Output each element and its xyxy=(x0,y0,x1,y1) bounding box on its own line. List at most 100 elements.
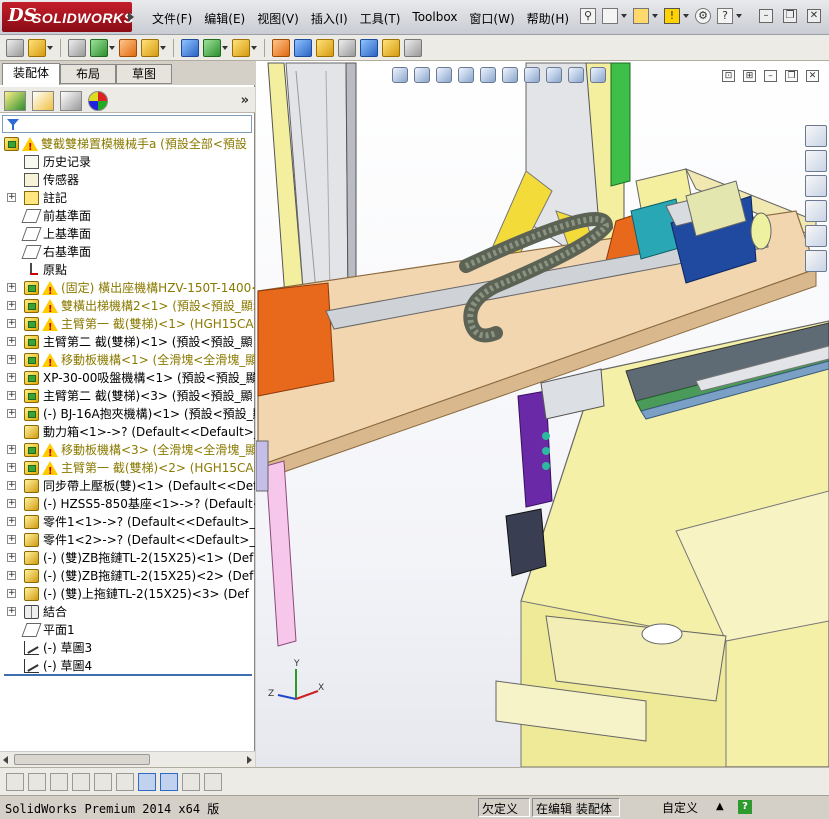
tree-item[interactable]: 前基準面 xyxy=(0,207,255,225)
expand-icon[interactable]: + xyxy=(7,337,16,346)
expand-icon[interactable]: + xyxy=(7,283,16,292)
close-button[interactable]: ✕ xyxy=(807,9,821,23)
tree-item[interactable]: + 註記 xyxy=(0,189,255,207)
chevron-down-icon[interactable] xyxy=(160,45,166,50)
new-document-icon[interactable] xyxy=(602,8,618,24)
previous-view-icon[interactable] xyxy=(436,67,452,83)
expand-icon[interactable]: + xyxy=(7,319,16,328)
motion-study-icon[interactable] xyxy=(50,773,68,791)
chevron-down-icon[interactable] xyxy=(652,14,658,18)
menu-window[interactable]: 窗口(W) xyxy=(469,10,522,27)
linear-pattern-icon[interactable] xyxy=(68,38,86,57)
chevron-down-icon[interactable] xyxy=(47,45,53,50)
tab-assembly[interactable]: 装配体 xyxy=(2,63,60,85)
tree-item[interactable]: (-) 草圖4 xyxy=(0,657,255,675)
expand-icon[interactable]: + xyxy=(7,445,16,454)
tree-item[interactable]: 右基準面 xyxy=(0,243,255,261)
expand-icon[interactable]: + xyxy=(7,589,16,598)
tree-item[interactable]: + (-) (雙)上拖鏈TL-2(15X25)<3> (Def xyxy=(0,585,255,603)
view-settings-icon[interactable] xyxy=(590,67,606,83)
menu-flyout-arrow-icon[interactable] xyxy=(128,12,134,22)
chevron-down-icon[interactable] xyxy=(683,14,689,18)
tree-item[interactable]: 历史记录 xyxy=(0,153,255,171)
chevron-down-icon[interactable] xyxy=(736,14,742,18)
graphics-area[interactable]: ⊡ ⊞ – ❐ ✕ Y X Z xyxy=(256,61,829,767)
tree-item[interactable]: + (-) (雙)ZB拖鏈TL-2(15X25)<1> (Def xyxy=(0,549,255,567)
view-orientation-icon[interactable] xyxy=(480,67,496,83)
chevron-down-icon[interactable] xyxy=(251,45,257,50)
section-view-icon[interactable] xyxy=(458,67,474,83)
appearances-scenes-icon[interactable] xyxy=(805,225,827,247)
minimize-button[interactable]: – xyxy=(759,9,773,23)
sort-icon[interactable] xyxy=(116,773,134,791)
tree-item[interactable]: 動力箱<1>->? (Default<<Default>_外观 xyxy=(0,423,255,441)
pin-icon[interactable]: ⚲ xyxy=(580,8,596,24)
list-view-icon[interactable] xyxy=(72,773,90,791)
feature-manager-tree-icon[interactable] xyxy=(4,91,26,111)
model-view-icon[interactable] xyxy=(6,773,24,791)
bill-of-materials-icon[interactable] xyxy=(272,38,290,57)
exploded-view-icon[interactable] xyxy=(294,38,312,57)
menu-insert[interactable]: 插入(I) xyxy=(311,10,356,27)
tree-item[interactable]: + 主臂第二 截(雙梯)<1> (預設<預設_顯 xyxy=(0,333,255,351)
explode-line-sketch-icon[interactable] xyxy=(316,38,334,57)
custom-properties-icon[interactable] xyxy=(805,250,827,272)
expand-icon[interactable]: + xyxy=(7,607,16,616)
tree-item[interactable]: + 移動板機構<3> (全滑塊<全滑塊_顯示 xyxy=(0,441,255,463)
tree-item[interactable]: -雙截雙梯置模機械手a (預設全部<預設 xyxy=(0,135,255,157)
design-library-icon[interactable] xyxy=(805,150,827,172)
display-manager-icon[interactable] xyxy=(88,91,108,111)
tab-layout[interactable]: 布局 xyxy=(60,64,116,84)
rollback-bar[interactable] xyxy=(4,674,252,676)
tree-item[interactable]: + (-) HZSS5-850基座<1>->? (Default<<D xyxy=(0,495,255,513)
property-manager-icon[interactable] xyxy=(32,91,54,111)
tree-item[interactable]: + 移動板機構<1> (全滑塊<全滑塊_顯示 xyxy=(0,351,255,373)
tree-item[interactable]: + 雙橫出梯機構2<1> (預設<預設_顯示 xyxy=(0,297,255,319)
tab-sketch[interactable]: 草图 xyxy=(116,64,172,84)
smart-fasteners-icon[interactable] xyxy=(90,38,108,57)
menu-file[interactable]: 文件(F) xyxy=(152,10,200,27)
interference-detection-icon[interactable] xyxy=(338,38,356,57)
warning-icon[interactable]: ! xyxy=(664,8,680,24)
menu-help[interactable]: 帮助(H) xyxy=(527,10,577,27)
menu-view[interactable]: 视图(V) xyxy=(257,10,307,27)
viewport-split-icon[interactable]: ⊞ xyxy=(743,70,756,82)
zoom-to-fit-icon[interactable] xyxy=(392,67,408,83)
units-menu-arrow-icon[interactable]: ▲ xyxy=(716,801,724,812)
tree-filter-input[interactable] xyxy=(2,115,252,133)
solidworks-resources-icon[interactable] xyxy=(805,125,827,147)
tree-item[interactable]: 上基準面 xyxy=(0,225,255,243)
expand-icon[interactable]: + xyxy=(7,355,16,364)
tree-item[interactable]: + 主臂第一 截(雙梯)<1> (HGH15CA< xyxy=(0,315,255,337)
scroll-right-icon[interactable] xyxy=(247,756,252,764)
tree-item[interactable]: + XP-30-00吸盤機構<1> (預設<預設_顯示 xyxy=(0,369,255,387)
tree-item[interactable]: + 零件1<1>->? (Default<<Default>_外观 xyxy=(0,513,255,531)
expand-icon[interactable]: + xyxy=(7,553,16,562)
mate-icon[interactable] xyxy=(28,38,46,57)
restore-button[interactable]: ❐ xyxy=(783,9,797,23)
show-hidden-icon[interactable] xyxy=(141,38,159,57)
view-palette-icon[interactable] xyxy=(805,200,827,222)
tree-item[interactable]: + 零件1<2>->? (Default<<Default>_外观 xyxy=(0,531,255,549)
file-explorer-icon[interactable] xyxy=(805,175,827,197)
reference-geometry-icon[interactable] xyxy=(203,38,221,57)
expand-icon[interactable]: + xyxy=(7,571,16,580)
expand-icon[interactable]: + xyxy=(7,391,16,400)
more-tabs-chevron-icon[interactable]: » xyxy=(241,93,249,108)
tree-item[interactable]: 平面1 xyxy=(0,621,255,639)
open-icon[interactable] xyxy=(633,8,649,24)
expand-icon[interactable]: + xyxy=(7,193,16,202)
viewport-tile-icon[interactable]: ⊡ xyxy=(722,70,735,82)
tree-item[interactable]: + (固定) 橫出座機構HZV-150T-1400<1 xyxy=(0,279,255,301)
expand-icon[interactable]: + xyxy=(7,409,16,418)
configuration-manager-icon[interactable] xyxy=(60,91,82,111)
clearance-verification-icon[interactable] xyxy=(360,38,378,57)
chevron-down-icon[interactable] xyxy=(109,45,115,50)
edit-appearance-icon[interactable] xyxy=(546,67,562,83)
menu-toolbox[interactable]: Toolbox xyxy=(412,10,465,27)
hole-alignment-icon[interactable] xyxy=(382,38,400,57)
apply-scene-icon[interactable] xyxy=(568,67,584,83)
gear-icon[interactable]: ⚙ xyxy=(695,8,711,24)
tree-item[interactable]: + 同步帶上壓板(雙)<1> (Default<<Def xyxy=(0,477,255,495)
solidworks-logo[interactable]: DS SOLIDWORKS xyxy=(2,2,134,32)
